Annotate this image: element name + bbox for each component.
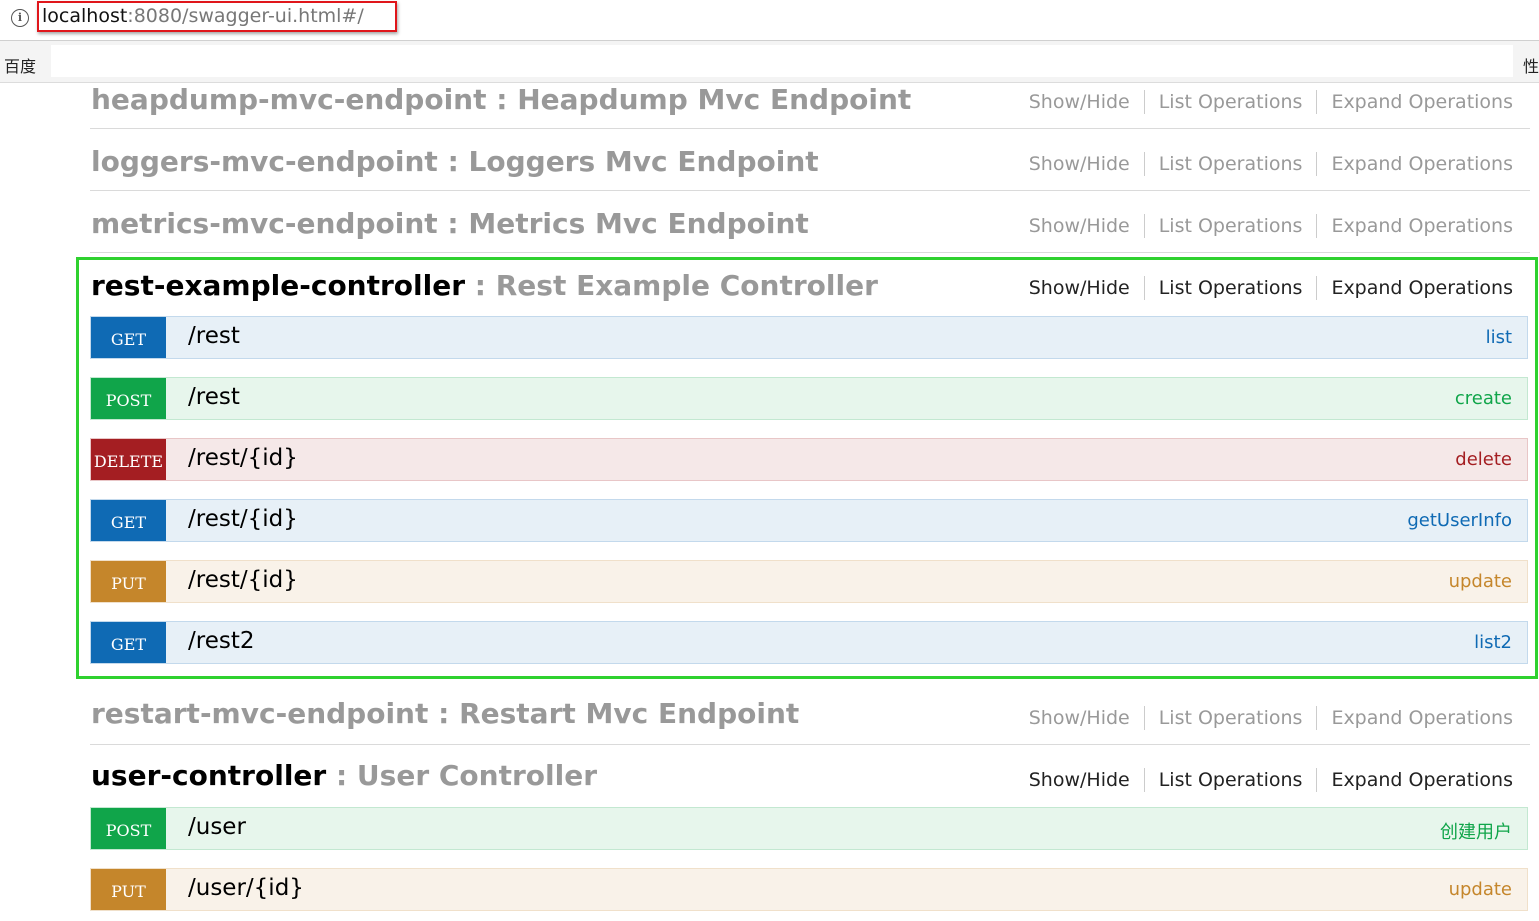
resource-title[interactable]: metrics-mvc-endpoint : Metrics Mvc Endpo… [91,207,809,240]
expand-operations-link[interactable]: Expand Operations [1317,769,1513,791]
url-field[interactable]: localhost:8080/swagger-ui.html#/ [37,1,397,32]
resource-heapdump: heapdump-mvc-endpoint : Heapdump Mvc End… [90,66,1530,129]
resource-links: Show/Hide List Operations Expand Operation… [1015,90,1513,114]
resource-sep: : [326,759,357,792]
resource-rest-example-controller: rest-example-controller : Rest Example C… [90,252,1530,314]
resource-desc: Heapdump Mvc Endpoint [517,83,912,116]
resource-sep: : [486,83,518,116]
expand-operations-link[interactable]: Expand Operations [1317,707,1513,729]
resource-name[interactable]: loggers-mvc-endpoint [91,145,438,178]
resource-header: restart-mvc-endpoint : Restart Mvc Endpo… [90,682,1530,745]
resource-header: loggers-mvc-endpoint : Loggers Mvc Endpo… [90,128,1530,191]
expand-operations-link[interactable]: Expand Operations [1317,215,1513,237]
operation-get-rest-id[interactable]: GET /rest/{id} getUserInfo [90,499,1528,542]
operation-summary[interactable]: update [1449,879,1512,900]
operation-path[interactable]: /rest [188,323,240,349]
operation-path[interactable]: /rest/{id} [188,567,298,593]
operation-path[interactable]: /user/{id} [188,875,304,901]
resource-title[interactable]: loggers-mvc-endpoint : Loggers Mvc Endpo… [91,145,819,178]
operation-path[interactable]: /rest/{id} [188,445,298,471]
operation-summary[interactable]: list2 [1474,632,1512,653]
expand-operations-link[interactable]: Expand Operations [1317,277,1513,299]
resource-desc: Metrics Mvc Endpoint [468,207,809,240]
show-hide-link[interactable]: Show/Hide [1015,215,1144,237]
url-path: :8080/swagger-ui.html#/ [127,5,364,27]
resource-name[interactable]: restart-mvc-endpoint [91,697,428,730]
resource-title[interactable]: heapdump-mvc-endpoint : Heapdump Mvc End… [91,83,911,116]
expand-operations-link[interactable]: Expand Operations [1317,91,1513,113]
method-badge[interactable]: PUT [91,869,166,910]
operation-summary[interactable]: delete [1455,449,1512,470]
resource-header: user-controller : User Controller Show/H… [90,744,1530,806]
resource-metrics: metrics-mvc-endpoint : Metrics Mvc Endpo… [90,190,1530,253]
list-operations-link[interactable]: List Operations [1145,769,1317,791]
operation-post-rest[interactable]: POST /rest create [90,377,1528,420]
list-operations-link[interactable]: List Operations [1145,91,1317,113]
address-bar: i localhost:8080/swagger-ui.html#/ [0,0,1539,41]
method-badge[interactable]: DELETE [91,439,166,480]
resource-sep: : [465,269,496,302]
resource-sep: : [437,145,469,178]
resource-desc: Restart Mvc Endpoint [459,697,800,730]
resource-links: Show/Hide List Operations Expand Operation… [1015,214,1513,238]
resource-name[interactable]: heapdump-mvc-endpoint [91,83,487,116]
resource-header: metrics-mvc-endpoint : Metrics Mvc Endpo… [90,190,1530,253]
list-operations-link[interactable]: List Operations [1145,153,1317,175]
method-badge[interactable]: GET [91,622,166,663]
show-hide-link[interactable]: Show/Hide [1015,277,1144,299]
show-hide-link[interactable]: Show/Hide [1015,707,1144,729]
show-hide-link[interactable]: Show/Hide [1015,153,1144,175]
list-operations-link[interactable]: List Operations [1145,277,1317,299]
operation-path[interactable]: /rest [188,384,240,410]
operation-delete-rest-id[interactable]: DELETE /rest/{id} delete [90,438,1528,481]
resource-links: Show/Hide List Operations Expand Operation… [1015,768,1513,792]
resource-loggers: loggers-mvc-endpoint : Loggers Mvc Endpo… [90,128,1530,191]
method-badge[interactable]: POST [91,808,166,849]
operation-path[interactable]: /rest2 [188,628,254,654]
list-operations-link[interactable]: List Operations [1145,215,1317,237]
operation-put-user-id[interactable]: PUT /user/{id} update [90,868,1528,911]
operation-path[interactable]: /user [188,814,246,840]
operation-summary[interactable]: 创建用户 [1440,818,1512,844]
resource-links: Show/Hide List Operations Expand Operation… [1015,152,1513,176]
info-icon[interactable]: i [11,9,29,27]
method-badge[interactable]: PUT [91,561,166,602]
resource-user-controller: user-controller : User Controller Show/H… [90,744,1530,806]
operation-summary[interactable]: update [1449,571,1512,592]
operation-summary[interactable]: create [1455,388,1512,409]
url-host: localhost [42,5,128,27]
resource-sep: : [437,207,469,240]
resource-sep: : [428,697,460,730]
resource-links: Show/Hide List Operations Expand Operation… [1015,706,1513,730]
operation-get-rest2[interactable]: GET /rest2 list2 [90,621,1528,664]
resource-desc: Loggers Mvc Endpoint [468,145,819,178]
resource-name[interactable]: user-controller [91,759,326,792]
resource-restart: restart-mvc-endpoint : Restart Mvc Endpo… [90,682,1530,745]
method-badge[interactable]: GET [91,500,166,541]
operation-path[interactable]: /rest/{id} [188,506,298,532]
resource-desc: User Controller [356,759,598,792]
method-badge[interactable]: POST [91,378,166,419]
resource-title[interactable]: rest-example-controller : Rest Example C… [91,269,878,302]
operation-get-rest[interactable]: GET /rest list [90,316,1528,359]
resource-desc: Rest Example Controller [495,269,878,302]
resource-name[interactable]: rest-example-controller [91,269,465,302]
operation-summary[interactable]: list [1486,327,1512,348]
list-operations-link[interactable]: List Operations [1145,707,1317,729]
resource-links: Show/Hide List Operations Expand Operation… [1015,276,1513,300]
operation-summary[interactable]: getUserInfo [1407,510,1512,531]
show-hide-link[interactable]: Show/Hide [1015,91,1144,113]
operation-put-rest-id[interactable]: PUT /rest/{id} update [90,560,1528,603]
bookmark-baidu[interactable]: 百度 [4,53,36,77]
resource-name[interactable]: metrics-mvc-endpoint [91,207,438,240]
operation-post-user[interactable]: POST /user 创建用户 [90,807,1528,850]
resource-header: heapdump-mvc-endpoint : Heapdump Mvc End… [90,66,1530,129]
resource-title[interactable]: restart-mvc-endpoint : Restart Mvc Endpo… [91,697,799,730]
method-badge[interactable]: GET [91,317,166,358]
expand-operations-link[interactable]: Expand Operations [1317,153,1513,175]
resource-header: rest-example-controller : Rest Example C… [90,252,1530,314]
show-hide-link[interactable]: Show/Hide [1015,769,1144,791]
resource-title[interactable]: user-controller : User Controller [91,759,597,792]
